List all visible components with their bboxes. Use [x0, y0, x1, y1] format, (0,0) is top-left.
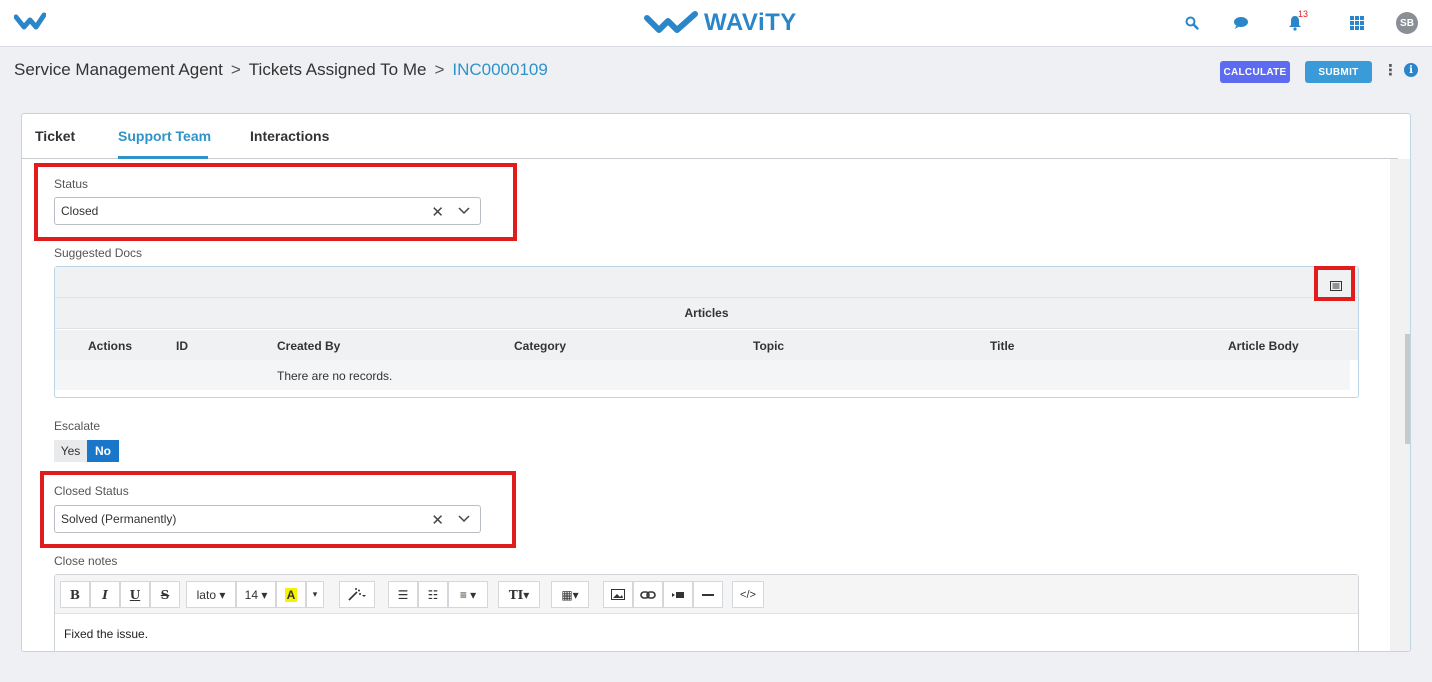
brand-logo: WAViTY: [644, 9, 797, 37]
scrollbar-thumb[interactable]: [1405, 334, 1410, 444]
search-icon[interactable]: [1181, 12, 1203, 34]
text-color-dropdown[interactable]: ▾: [306, 581, 324, 608]
editor-toolbar: B I U S lato ▾ 14 ▾ A ▾ ☰ ☷ ≡ ▾ TI▾ ▦▾ <…: [55, 575, 1358, 614]
user-avatar[interactable]: SB: [1396, 12, 1418, 34]
bold-button[interactable]: B: [60, 581, 90, 608]
tab-ticket[interactable]: Ticket: [35, 128, 75, 144]
breadcrumb-separator: >: [230, 60, 241, 79]
align-dropdown[interactable]: ≡ ▾: [448, 581, 488, 608]
tab-support-team[interactable]: Support Team: [118, 128, 211, 144]
calculate-button[interactable]: CALCULATE: [1220, 61, 1290, 83]
horizontal-rule-icon[interactable]: [693, 581, 723, 608]
breadcrumb-item-service-management-agent[interactable]: Service Management Agent: [14, 60, 223, 80]
brand-name: WAViTY: [704, 9, 797, 36]
brand-mark-icon: [644, 11, 698, 33]
info-icon[interactable]: i: [1404, 63, 1418, 77]
numbered-list-button[interactable]: ☷: [418, 581, 448, 608]
font-family-dropdown[interactable]: lato ▾: [186, 581, 236, 608]
bullet-list-button[interactable]: ☰: [388, 581, 418, 608]
apps-grid-icon[interactable]: [1346, 12, 1368, 34]
wavity-logo-icon[interactable]: [13, 11, 47, 38]
text-color-button[interactable]: A: [276, 581, 306, 608]
text-color-icon: A: [284, 587, 298, 602]
column-header-id[interactable]: ID: [176, 339, 188, 353]
submit-button[interactable]: SUBMIT: [1305, 61, 1372, 83]
breadcrumb-item-ticket-id: INC0000109: [452, 60, 548, 79]
ticket-form-panel: Ticket Support Team Interactions Status …: [21, 113, 1411, 652]
column-header-article-body[interactable]: Article Body: [1228, 339, 1299, 353]
column-header-created-by[interactable]: Created By: [277, 339, 340, 353]
strikethrough-button[interactable]: S: [150, 581, 180, 608]
suggested-docs-table: Articles Actions ID Created By Category …: [54, 266, 1359, 398]
breadcrumb-separator: >: [434, 60, 445, 79]
active-tab-indicator: [118, 156, 208, 159]
column-header-category[interactable]: Category: [514, 339, 566, 353]
video-icon[interactable]: [663, 581, 693, 608]
escalate-yes-toggle[interactable]: Yes: [54, 440, 87, 462]
breadcrumb-item-tickets-assigned[interactable]: Tickets Assigned To Me: [249, 60, 427, 80]
table-header-row: Actions ID Created By Category Topic Tit…: [55, 330, 1358, 360]
column-header-actions[interactable]: Actions: [88, 339, 132, 353]
column-header-title[interactable]: Title: [990, 339, 1014, 353]
breadcrumb: Service Management Agent > Tickets Assig…: [14, 60, 548, 80]
escalate-label: Escalate: [54, 419, 101, 433]
tab-bar: Ticket Support Team Interactions: [22, 114, 1398, 159]
italic-button[interactable]: I: [90, 581, 120, 608]
highlight-box-docs-icon: [1314, 266, 1355, 301]
font-size-dropdown[interactable]: 14 ▾: [236, 581, 276, 608]
empty-row: There are no records.: [55, 360, 1350, 390]
code-view-button[interactable]: </>: [732, 581, 764, 608]
text-style-dropdown[interactable]: TI▾: [498, 581, 540, 608]
top-navigation-bar: WAViTY 13 SB: [0, 0, 1432, 47]
highlight-box-closed-status: [40, 471, 516, 548]
link-icon[interactable]: [633, 581, 663, 608]
tab-interactions[interactable]: Interactions: [250, 128, 329, 144]
image-icon[interactable]: [603, 581, 633, 608]
underline-button[interactable]: U: [120, 581, 150, 608]
close-notes-label: Close notes: [54, 554, 118, 568]
articles-header: Articles: [55, 298, 1358, 329]
chat-icon[interactable]: [1230, 12, 1252, 34]
magic-wand-dropdown[interactable]: [339, 581, 375, 608]
suggested-docs-label: Suggested Docs: [54, 246, 143, 260]
escalate-no-toggle[interactable]: No: [87, 440, 119, 462]
highlight-box-status: [34, 163, 517, 241]
table-dropdown[interactable]: ▦▾: [551, 581, 589, 608]
more-options-icon[interactable]: ⋮: [1383, 61, 1398, 79]
column-header-topic[interactable]: Topic: [753, 339, 784, 353]
notification-count-badge: 13: [1298, 9, 1309, 19]
empty-state-text: There are no records.: [277, 369, 393, 383]
docs-toolbar: [55, 267, 1358, 298]
vertical-scrollbar[interactable]: [1390, 159, 1410, 651]
close-notes-editor[interactable]: B I U S lato ▾ 14 ▾ A ▾ ☰ ☷ ≡ ▾ TI▾ ▦▾ <…: [54, 574, 1359, 651]
close-notes-content[interactable]: Fixed the issue.: [64, 627, 148, 641]
